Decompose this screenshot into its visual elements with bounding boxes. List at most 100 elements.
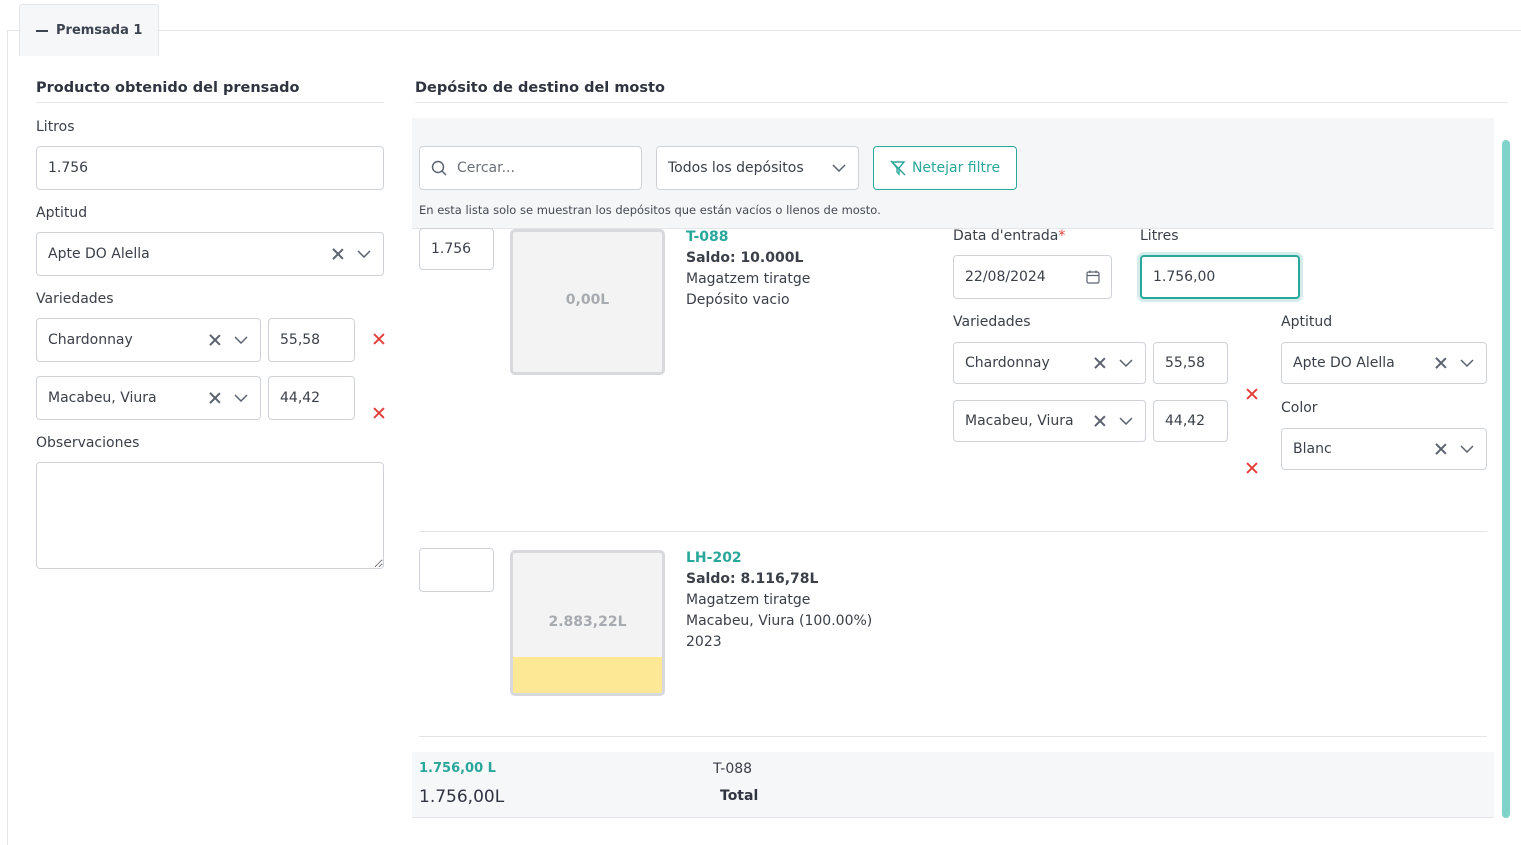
tank-code[interactable]: LH-202 bbox=[686, 548, 872, 569]
detail-color-label: Color bbox=[1281, 400, 1318, 416]
detail-variedad-percent-input[interactable]: 55,58 bbox=[1153, 342, 1228, 384]
tank-qty-input[interactable]: 1.756 bbox=[419, 228, 494, 270]
search-input[interactable]: Cercar... bbox=[419, 146, 642, 190]
tank-qty: 1.756 bbox=[431, 241, 472, 257]
litres-input[interactable]: 1.756,00 bbox=[1140, 255, 1300, 299]
variedad-percent-input[interactable]: 44,42 bbox=[268, 376, 355, 420]
remove-variedad-icon[interactable] bbox=[1244, 386, 1260, 402]
litres-label: Litres bbox=[1140, 228, 1179, 244]
tank-level-label: 2.883,22L bbox=[548, 614, 627, 630]
variedad-percent: 55,58 bbox=[1165, 355, 1206, 371]
total-amount: 1.756,00L bbox=[419, 787, 505, 807]
divider bbox=[36, 102, 384, 103]
tank-description: Macabeu, Viura (100.00%) bbox=[686, 613, 873, 629]
chevron-down-icon[interactable] bbox=[1118, 413, 1134, 429]
variedad-percent-input[interactable]: 55,58 bbox=[268, 318, 355, 362]
litros-value: 1.756 bbox=[48, 160, 89, 176]
left-section-title: Producto obtenido del prensado bbox=[36, 80, 300, 96]
tab-premsada[interactable]: Premsada 1 bbox=[19, 4, 159, 56]
variedad-value: Chardonnay bbox=[48, 332, 133, 348]
clear-icon[interactable] bbox=[1092, 413, 1108, 429]
tank-visual: 0,00L bbox=[510, 229, 665, 375]
scrollbar[interactable] bbox=[1502, 140, 1510, 818]
detail-aptitud-label: Aptitud bbox=[1281, 314, 1333, 330]
required-mark: * bbox=[1058, 228, 1066, 244]
search-placeholder: Cercar... bbox=[457, 160, 515, 176]
observaciones-textarea[interactable] bbox=[36, 462, 384, 569]
search-icon bbox=[431, 160, 447, 176]
variedad-value: Macabeu, Viura bbox=[48, 390, 157, 406]
variedad-percent: 44,42 bbox=[1165, 413, 1206, 429]
litros-label: Litros bbox=[36, 119, 75, 135]
chevron-down-icon[interactable] bbox=[233, 332, 249, 348]
filter-off-icon bbox=[890, 160, 906, 176]
variedades-label: Variedades bbox=[36, 291, 114, 307]
date-label: Data d'entrada* bbox=[953, 228, 1065, 244]
tank-info: LH-202 Saldo: 8.116,78L Magatzem tiratge… bbox=[686, 548, 872, 653]
variedad-value: Macabeu, Viura bbox=[965, 413, 1074, 429]
collapse-icon[interactable] bbox=[36, 29, 48, 32]
date-label-text: Data d'entrada bbox=[953, 228, 1059, 244]
variedad-select[interactable]: Macabeu, Viura bbox=[36, 376, 261, 420]
chevron-down-icon[interactable] bbox=[356, 246, 372, 262]
detail-variedad-select[interactable]: Macabeu, Viura bbox=[953, 400, 1146, 442]
divider bbox=[415, 102, 1508, 103]
litros-input[interactable]: 1.756 bbox=[36, 146, 384, 190]
detail-color-select[interactable]: Blanc bbox=[1281, 428, 1487, 470]
color-value: Blanc bbox=[1293, 441, 1332, 457]
tank-visual: 2.883,22L bbox=[510, 550, 665, 696]
variedad-select[interactable]: Chardonnay bbox=[36, 318, 261, 362]
totals-bar bbox=[412, 752, 1494, 818]
clear-filter-label: Netejar filtre bbox=[911, 160, 1001, 176]
tank-qty-input[interactable] bbox=[419, 548, 494, 592]
chevron-down-icon[interactable] bbox=[1118, 355, 1134, 371]
detail-variedad-percent-input[interactable]: 44,42 bbox=[1153, 400, 1228, 442]
total-label: Total bbox=[720, 788, 759, 804]
tank-info: T-088 Saldo: 10.000L Magatzem tiratge De… bbox=[686, 227, 810, 311]
chevron-down-icon[interactable] bbox=[831, 160, 847, 176]
tank-fill bbox=[513, 656, 662, 693]
deposit-filter-select[interactable]: Todos los depósitos bbox=[656, 146, 859, 190]
chevron-down-icon[interactable] bbox=[1459, 441, 1475, 457]
clear-icon[interactable] bbox=[1433, 441, 1449, 457]
tank-location: Magatzem tiratge bbox=[686, 592, 811, 608]
date-value: 22/08/2024 bbox=[965, 269, 1046, 285]
tab-label: Premsada 1 bbox=[56, 23, 143, 38]
litres-value: 1.756,00 bbox=[1153, 269, 1216, 285]
row-tank: T-088 bbox=[713, 761, 753, 777]
variedad-percent: 55,58 bbox=[280, 332, 321, 348]
aptitud-label: Aptitud bbox=[36, 205, 88, 221]
deposit-filter-value: Todos los depósitos bbox=[668, 160, 804, 176]
tank-location: Magatzem tiratge bbox=[686, 271, 811, 287]
chevron-down-icon[interactable] bbox=[233, 390, 249, 406]
date-input[interactable]: 22/08/2024 bbox=[953, 255, 1112, 299]
tank-description: Depósito vacio bbox=[686, 292, 790, 308]
remove-variedad-icon[interactable] bbox=[1244, 460, 1260, 476]
tank-year: 2023 bbox=[686, 634, 722, 650]
remove-variedad-icon[interactable] bbox=[371, 331, 387, 347]
tank-code[interactable]: T-088 bbox=[686, 227, 810, 248]
tank-saldo: Saldo: 8.116,78L bbox=[686, 571, 819, 587]
right-section-title: Depósito de destino del mosto bbox=[415, 80, 665, 96]
aptitud-select[interactable]: Apte DO Alella bbox=[36, 232, 384, 276]
tank-level-label: 0,00L bbox=[565, 292, 610, 308]
clear-icon[interactable] bbox=[1433, 355, 1449, 371]
remove-variedad-icon[interactable] bbox=[371, 405, 387, 421]
filter-note: En esta lista solo se muestran los depós… bbox=[419, 203, 881, 217]
clear-filter-button[interactable]: Netejar filtre bbox=[873, 146, 1017, 190]
calendar-icon[interactable] bbox=[1086, 270, 1100, 284]
row-amount: 1.756,00 L bbox=[419, 761, 496, 776]
aptitud-value: Apte DO Alella bbox=[1293, 355, 1395, 371]
divider bbox=[419, 736, 1487, 737]
clear-icon[interactable] bbox=[207, 332, 223, 348]
variedad-value: Chardonnay bbox=[965, 355, 1050, 371]
detail-aptitud-select[interactable]: Apte DO Alella bbox=[1281, 342, 1487, 384]
detail-variedad-select[interactable]: Chardonnay bbox=[953, 342, 1146, 384]
clear-icon[interactable] bbox=[207, 390, 223, 406]
clear-icon[interactable] bbox=[1092, 355, 1108, 371]
variedad-percent: 44,42 bbox=[280, 390, 321, 406]
chevron-down-icon[interactable] bbox=[1459, 355, 1475, 371]
aptitud-value: Apte DO Alella bbox=[48, 246, 150, 262]
tank-saldo: Saldo: 10.000L bbox=[686, 250, 804, 266]
clear-icon[interactable] bbox=[330, 246, 346, 262]
